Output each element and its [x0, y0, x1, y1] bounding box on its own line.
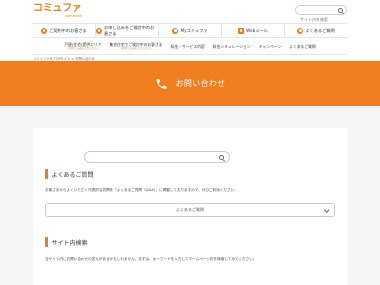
- content-area: お問い合わせいただく前に よくあるご質問 お客さまからよくいただく代表的な質問を…: [0, 106, 380, 285]
- faq-select-value: よくあるご質問: [176, 207, 204, 212]
- sub-nav-label: 料金シミュレーション: [212, 44, 251, 49]
- faq-select[interactable]: よくあるご質問: [45, 203, 335, 217]
- hero-banner: お問い合わせ: [0, 61, 380, 106]
- faq-heading: よくあるご質問: [45, 169, 94, 179]
- person-icon: [96, 27, 102, 34]
- sub-nav-item-faq[interactable]: よくあるご質問: [289, 44, 316, 49]
- main-nav-item-my-commufa[interactable]: Myコミュファ: [159, 24, 222, 37]
- site-search-box: [84, 151, 230, 171]
- search-icon[interactable]: [219, 155, 224, 160]
- my-icon: [172, 27, 179, 34]
- main-nav-item-webmail[interactable]: Webメール: [222, 24, 285, 37]
- header-search: [295, 5, 347, 24]
- main-nav-label: Myコミュファ: [180, 27, 208, 33]
- faq-heading-text: よくあるご質問: [51, 171, 94, 179]
- sub-nav-item-pricing[interactable]: 料金・サービス内容: [171, 44, 205, 49]
- sub-nav-item-campaign[interactable]: キャンペーン: [259, 44, 282, 49]
- main-nav: ご契約中のお客さま お申し込みをご検討中のお客さま Myコミュファ Webメール…: [33, 23, 347, 38]
- sub-nav-item-house-area[interactable]: 戸建(住宅)提供エリア (お申し込みもこちらから): [64, 42, 101, 51]
- main-nav-label: ご契約中のお客さま: [49, 27, 87, 33]
- site-search-description: 当サイト内にお問い合わせの答えがあるかもしれません。まずは、キーワードを入力して…: [45, 257, 257, 261]
- logo[interactable]: コミュファ commufa: [33, 3, 82, 19]
- sub-nav-item-apartment[interactable]: 集合住宅でご検討中のお客さま (お申し込みもこちらから): [109, 42, 162, 51]
- heading-bar: [45, 169, 48, 179]
- page-title: お問い合わせ: [175, 79, 226, 88]
- chevron-down-icon: [323, 207, 329, 213]
- main-nav-label: お申し込みをご検討中のお客さま: [104, 24, 155, 36]
- faq-description: お客さまからよくいただく代表的な質問を「よくあるご質問（Q&A）」に掲載しており…: [45, 188, 238, 192]
- search-icon[interactable]: [338, 8, 343, 13]
- sub-nav-label: キャンペーン: [258, 44, 282, 49]
- phone-icon: [156, 78, 166, 89]
- logo-text: コミュファ: [33, 3, 82, 14]
- logo-tagline: commufa: [65, 14, 82, 18]
- header: コミュファ commufa: [0, 0, 380, 24]
- main-nav-label: Webメール: [246, 27, 268, 33]
- sub-nav-note: (お申し込みもこちらから): [67, 47, 99, 50]
- sub-nav-label: 料金・サービス内容: [170, 44, 205, 49]
- main-nav-item-faq[interactable]: よくあるご質問: [285, 24, 347, 37]
- main-nav-label: よくあるご質問: [305, 27, 335, 33]
- site-search-heading-text: サイト内検索: [51, 239, 88, 247]
- sub-nav-item-simulation[interactable]: 料金シミュレーション: [213, 44, 251, 49]
- mail-icon: [238, 27, 245, 34]
- sub-nav: 戸建(住宅)提供エリア (お申し込みもこちらから) 集合住宅でご検討中のお客さま…: [33, 39, 347, 55]
- main-nav-item-apply[interactable]: お申し込みをご検討中のお客さま: [96, 24, 159, 37]
- page: コミュファ commufa ご契約中のお客さま お申し込みをご検討中のお客さま …: [0, 0, 380, 285]
- main-nav-item-contract[interactable]: ご契約中のお客さま: [33, 24, 96, 37]
- person-icon: [41, 27, 48, 34]
- heading-bar: [45, 237, 48, 247]
- site-search-heading: サイト内検索: [45, 237, 88, 247]
- sub-nav-label: よくあるご質問: [289, 44, 316, 49]
- site-search-input[interactable]: [85, 160, 229, 171]
- question-icon: [297, 27, 304, 34]
- sub-nav-note: (お申し込みもこちらから): [120, 47, 152, 50]
